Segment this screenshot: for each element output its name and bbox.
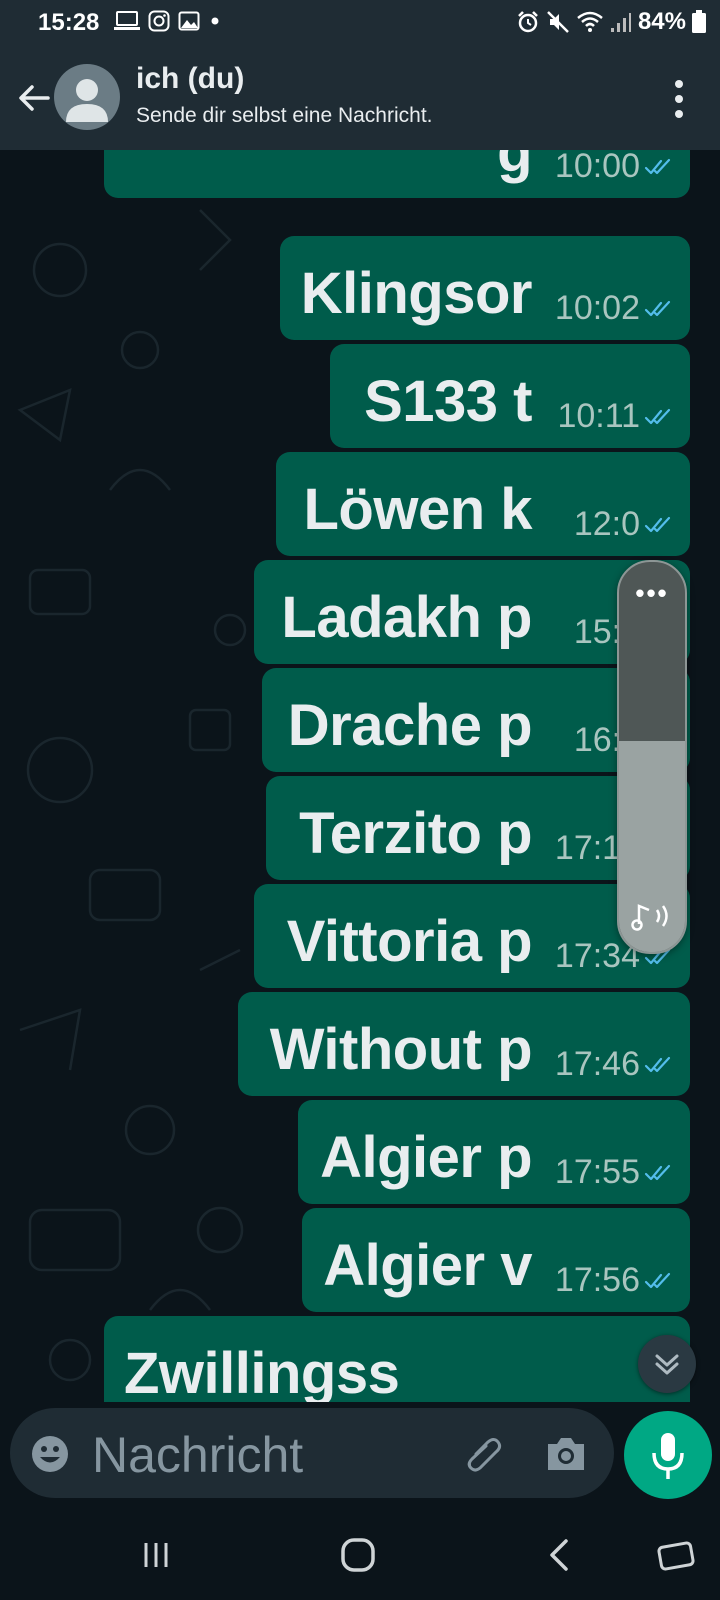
message-bubble[interactable]: Without p 17:46 — [238, 992, 690, 1096]
battery-icon — [692, 10, 706, 33]
message-meta: 10:11 — [557, 397, 676, 436]
read-receipt-icon — [644, 516, 671, 532]
more-options-icon[interactable] — [672, 76, 686, 122]
read-receipt-icon — [644, 408, 671, 424]
image-icon — [178, 11, 200, 31]
scroll-to-bottom-button[interactable] — [638, 1335, 696, 1393]
avatar[interactable] — [54, 64, 120, 130]
status-left-icons — [114, 10, 222, 32]
message-meta: 10:00 — [555, 150, 676, 186]
read-receipt-icon — [644, 158, 671, 174]
chat-subtitle[interactable]: Sende dir selbst eine Nachricht. — [136, 104, 433, 128]
message-time: 12:0 — [573, 505, 640, 543]
chat-area[interactable]: g 10:00 Klingsor 10:02 S133 t 10:11 Löwen k 12:… — [0, 150, 720, 1402]
status-time: 15:28 — [38, 9, 100, 36]
dot-icon — [211, 17, 219, 25]
volume-menu-button[interactable]: ••• — [619, 578, 685, 609]
message-composer: Nachricht — [10, 1408, 614, 1498]
message-time: 17:46 — [554, 1045, 640, 1083]
message-time: 17:55 — [554, 1153, 640, 1191]
message-bubble[interactable]: S133 t 10:11 — [330, 344, 690, 448]
message-text: Algier v — [323, 1233, 532, 1298]
message-text: Algier p — [320, 1125, 532, 1190]
attach-icon[interactable] — [462, 1432, 506, 1476]
message-bubble[interactable]: Algier v 17:56 — [302, 1208, 690, 1312]
message-text: g — [497, 150, 532, 184]
emoji-icon[interactable] — [30, 1434, 70, 1474]
message-text: Zwillingss — [124, 1341, 400, 1402]
volume-slider[interactable]: ••• — [617, 560, 687, 954]
status-bar: 15:28 84% — [0, 0, 720, 48]
laptop-icon — [114, 11, 140, 30]
message-meta: 17:46 — [555, 1045, 676, 1084]
message-meta: 17:56 — [555, 1261, 676, 1300]
message-text: Löwen k — [303, 477, 532, 542]
read-receipt-icon — [644, 1164, 671, 1180]
message-bubble[interactable]: Löwen k 12:0 — [276, 452, 690, 556]
alarm-icon — [518, 11, 538, 33]
read-receipt-icon — [644, 1272, 671, 1288]
home-icon[interactable] — [338, 1535, 378, 1575]
person-icon — [66, 79, 108, 122]
camera-icon[interactable] — [544, 1434, 588, 1474]
message-input[interactable]: Nachricht — [92, 1426, 303, 1484]
status-right-icons: 84% — [516, 8, 706, 36]
chat-title[interactable]: ich (du) — [136, 62, 244, 96]
message-text: Klingsor — [300, 261, 533, 326]
message-bubble[interactable]: Zwillingss — [104, 1316, 690, 1402]
instagram-icon — [148, 10, 170, 32]
read-receipt-icon — [644, 300, 671, 316]
music-volume-icon — [631, 904, 668, 931]
recent-apps-icon[interactable] — [136, 1535, 176, 1575]
message-meta: 12:0 — [574, 505, 676, 544]
message-time: 10:11 — [557, 397, 640, 435]
system-nav-bar — [0, 1510, 720, 1600]
back-arrow-icon[interactable] — [14, 78, 54, 118]
message-text: Drache p — [287, 693, 533, 758]
message-time: 10:02 — [554, 289, 640, 327]
message-meta: 17:55 — [555, 1153, 676, 1192]
read-receipt-icon — [644, 1056, 671, 1072]
chat-header: ich (du) Sende dir selbst eine Nachricht… — [0, 48, 720, 150]
message-bubble[interactable]: Algier p 17:55 — [298, 1100, 690, 1204]
message-meta: 10:02 — [555, 289, 676, 328]
keyboard-switch-icon[interactable] — [656, 1535, 696, 1575]
message-text: Ladakh p — [281, 585, 532, 650]
message-text: S133 t — [364, 369, 532, 434]
message-text: Without p — [269, 1017, 533, 1082]
mute-icon — [547, 11, 569, 33]
message-bubble[interactable]: g 10:00 — [104, 150, 690, 198]
battery-percent: 84% — [637, 8, 686, 35]
message-time: 17:56 — [554, 1261, 640, 1299]
wifi-icon — [577, 11, 603, 32]
back-nav-icon[interactable] — [540, 1535, 580, 1575]
double-chevron-down-icon — [655, 1354, 679, 1375]
message-text: Vittoria p — [286, 909, 533, 974]
mic-button[interactable] — [624, 1411, 712, 1499]
signal-icon — [610, 13, 631, 32]
message-bubble[interactable]: Klingsor 10:02 — [280, 236, 690, 340]
microphone-icon — [652, 1433, 684, 1479]
message-time: 10:00 — [554, 150, 640, 185]
message-text: Terzito p — [299, 801, 532, 866]
